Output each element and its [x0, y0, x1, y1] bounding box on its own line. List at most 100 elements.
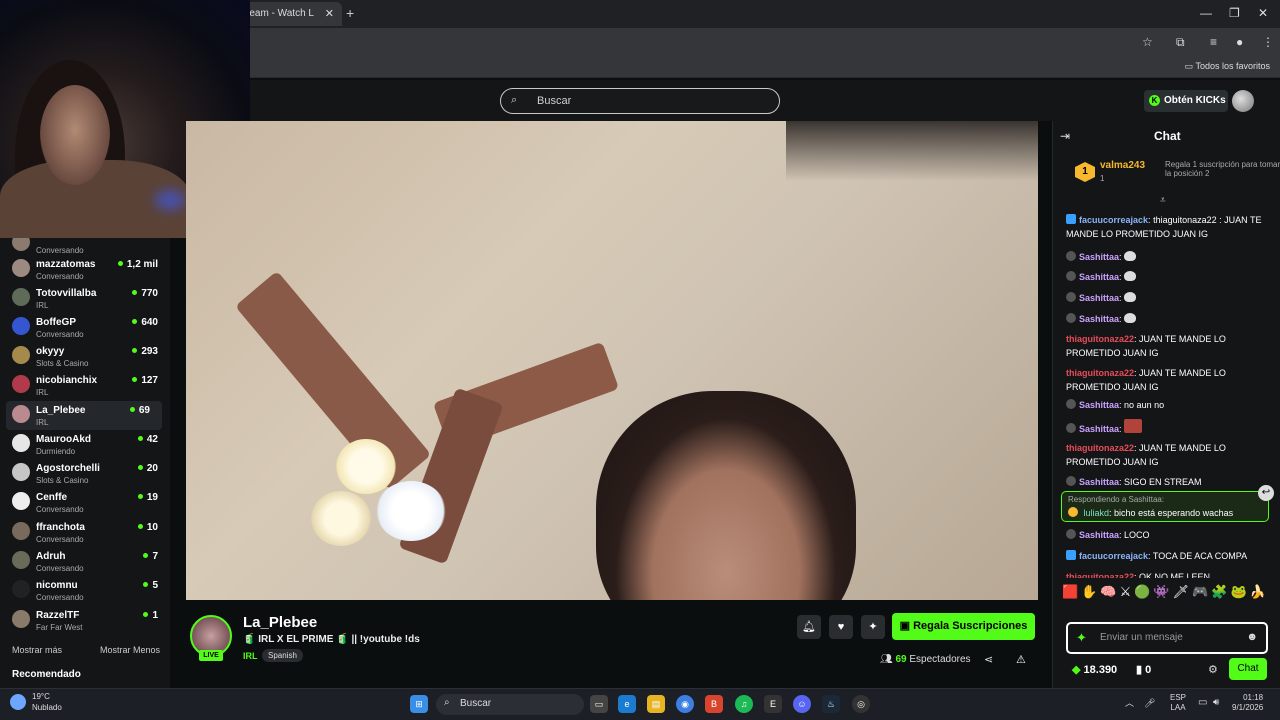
share-icon[interactable]: ⋖ [984, 653, 993, 666]
expand-leaderboard-icon[interactable]: ⩡ [1160, 195, 1166, 206]
epic-games-icon[interactable]: E [764, 695, 782, 713]
playlist-icon[interactable]: ≡ [1210, 35, 1217, 49]
message-username[interactable]: thiaguitonaza22 [1066, 368, 1134, 378]
get-kicks-button[interactable]: K Obtén KICKs [1144, 90, 1228, 112]
emote-icon[interactable]: 👾 [1153, 584, 1172, 599]
profile-icon[interactable]: ● [1236, 35, 1243, 49]
task-view-icon[interactable]: ▭ [590, 695, 608, 713]
streamer-name[interactable]: La_Plebee [243, 614, 317, 631]
message-username[interactable]: facuucorreajack [1079, 551, 1148, 561]
sidebar-channel-item[interactable]: La_Plebee IRL 69 [6, 401, 162, 430]
kicks-balance[interactable]: ◆ 18.390 [1072, 663, 1117, 676]
emote-icon[interactable]: ✋ [1081, 584, 1100, 599]
maximize-icon[interactable]: ❐ [1229, 6, 1240, 20]
video-player[interactable] [186, 121, 1038, 600]
emote-icon[interactable]: 🧠 [1100, 584, 1119, 599]
message-username[interactable]: Sashittaa [1079, 252, 1119, 262]
heart-icon[interactable]: ♥ [829, 615, 853, 639]
file-explorer-icon[interactable]: ▤ [647, 695, 665, 713]
volume-icon[interactable]: 🔊︎ [1213, 697, 1219, 708]
sidebar-channel-item[interactable]: BoffeGP Conversando 640 [0, 313, 170, 342]
chrome-icon[interactable]: ◉ [676, 695, 694, 713]
discord-icon[interactable]: ☺ [793, 695, 811, 713]
channel-name: Adruh [36, 551, 66, 562]
emote-icon[interactable]: ⚔ [1120, 584, 1135, 599]
sidebar-channel-item[interactable]: okyyy Slots & Casino 293 [0, 342, 170, 371]
sidebar-channel-item[interactable]: Agostorchelli Slots & Casino 20 [0, 459, 170, 488]
emote-icon[interactable]: 🍌 [1250, 584, 1269, 599]
sidebar-channel-item[interactable]: RazzelTF Far Far West 1 [0, 606, 170, 635]
menu-icon[interactable]: ⋮ [1262, 35, 1274, 49]
bookmark-star-icon[interactable]: ☆ [1142, 35, 1153, 49]
user-avatar[interactable] [1232, 90, 1254, 112]
network-icon[interactable]: ▭ [1198, 697, 1207, 708]
search-input[interactable]: ⌕ Buscar [500, 88, 780, 114]
obs-icon[interactable]: ◎ [852, 695, 870, 713]
edge-icon[interactable]: e [618, 695, 636, 713]
subs-balance[interactable]: ▮ 0 [1136, 663, 1151, 676]
sidebar-channel-item[interactable]: Adruh Conversando 7 [0, 547, 170, 576]
message-username[interactable]: Sashittaa [1079, 293, 1119, 303]
emote-icon[interactable]: 🗡 [1173, 584, 1193, 599]
reply-message[interactable]: Respondiendo a Sashittaa: luliakd: bicho… [1061, 491, 1269, 522]
message-username[interactable]: facuucorreajack [1079, 215, 1148, 225]
emote-icon[interactable]: 🐸 [1230, 584, 1249, 599]
extensions-icon[interactable]: ⧉ [1176, 35, 1185, 50]
stream-category[interactable]: IRL [243, 651, 258, 661]
sidebar-channel-item[interactable]: Totovvillalba IRL 770 [0, 284, 170, 313]
sidebar-channel-item[interactable]: nicomnu Conversando 5 [0, 576, 170, 605]
message-username[interactable]: thiaguitonaza22 [1066, 443, 1134, 453]
message-username[interactable]: Sashittaa [1079, 400, 1119, 410]
close-tab-icon[interactable]: ✕ [325, 7, 334, 20]
language-indicator[interactable]: ESP LAA [1170, 693, 1186, 713]
close-window-icon[interactable]: ✕ [1258, 6, 1268, 20]
all-bookmarks-link[interactable]: ▭ Todos los favoritos [1185, 61, 1270, 72]
sparkle-icon[interactable]: ✦ [861, 615, 885, 639]
emote-icon[interactable]: 🎮 [1192, 584, 1211, 599]
sparkle-icon[interactable]: ✦ [1076, 630, 1087, 646]
microphone-icon[interactable]: 🎤︎ [1144, 698, 1155, 708]
message-username[interactable]: Sashittaa [1079, 424, 1119, 434]
show-more-button[interactable]: Mostrar más [12, 645, 62, 655]
language-tag[interactable]: Spanish [262, 649, 303, 662]
clock[interactable]: 01:18 9/1/2026 [1232, 693, 1263, 713]
taskbar-search[interactable]: ⌕ Buscar [436, 694, 584, 715]
sidebar-channel-item[interactable]: ffranchota Conversando 10 [0, 518, 170, 547]
emote-icon[interactable]: 🧩 [1211, 584, 1230, 599]
chevron-up-icon[interactable]: ︿ [1125, 698, 1134, 708]
browser-tab[interactable]: ream - Watch L ✕ [238, 2, 342, 26]
message-username[interactable]: thiaguitonaza22 [1066, 334, 1134, 344]
emote-icon[interactable]: 🟢 [1134, 584, 1153, 599]
emote-bar[interactable]: 🟥✋🧠⚔🟢👾🗡🎮🧩🐸🍌 [1062, 584, 1272, 604]
start-menu-icon[interactable]: ⊞ [410, 695, 428, 713]
sidebar-channel-item[interactable]: MaurooAkd Durmiendo 42 [0, 430, 170, 459]
reply-arrow-icon[interactable]: ↩ [1258, 485, 1274, 501]
spotify-icon[interactable]: ♫ [735, 695, 753, 713]
report-icon[interactable]: ⚠ [1016, 653, 1026, 666]
chat-message-input[interactable]: ✦ Enviar un mensaje ☻ [1066, 622, 1268, 654]
channel-avatar [12, 434, 30, 452]
emoji-picker-icon[interactable]: ☻ [1246, 631, 1258, 643]
minimize-icon[interactable]: — [1200, 6, 1212, 20]
channel-name: nicomnu [36, 580, 78, 591]
message-username[interactable]: Sashittaa [1079, 477, 1119, 487]
show-less-button[interactable]: Mostrar Menos [100, 645, 160, 655]
brave-icon[interactable]: B [705, 695, 723, 713]
sidebar-channel-item[interactable]: Cenffe Conversando 19 [0, 488, 170, 517]
steam-icon[interactable]: ♨ [822, 695, 840, 713]
chat-settings-gear-icon[interactable]: ⚙ [1208, 663, 1218, 676]
sidebar-channel-item[interactable]: mazzatomas Conversando 1,2 mil [0, 255, 170, 284]
system-tray[interactable]: ︿ 🎤︎ [1125, 696, 1155, 709]
message-username[interactable]: Sashittaa [1079, 272, 1119, 282]
sidebar-channel-item[interactable]: nicobianchix IRL 127 [0, 371, 170, 400]
message-username[interactable]: Sashittaa [1079, 530, 1119, 540]
reply-user[interactable]: luliakd [1084, 508, 1110, 518]
collapse-chat-icon[interactable]: ⇥ [1060, 129, 1070, 143]
emote-icon[interactable]: 🟥 [1062, 584, 1081, 599]
new-tab-icon[interactable]: + [346, 5, 354, 21]
bell-icon[interactable]: 🔔︎ [797, 615, 821, 639]
chat-send-button[interactable]: Chat [1229, 658, 1267, 680]
message-username[interactable]: thiaguitonaza22 [1066, 572, 1134, 578]
gift-subs-button[interactable]: ▣ Regala Suscripciones [892, 613, 1035, 640]
message-username[interactable]: Sashittaa [1079, 314, 1119, 324]
